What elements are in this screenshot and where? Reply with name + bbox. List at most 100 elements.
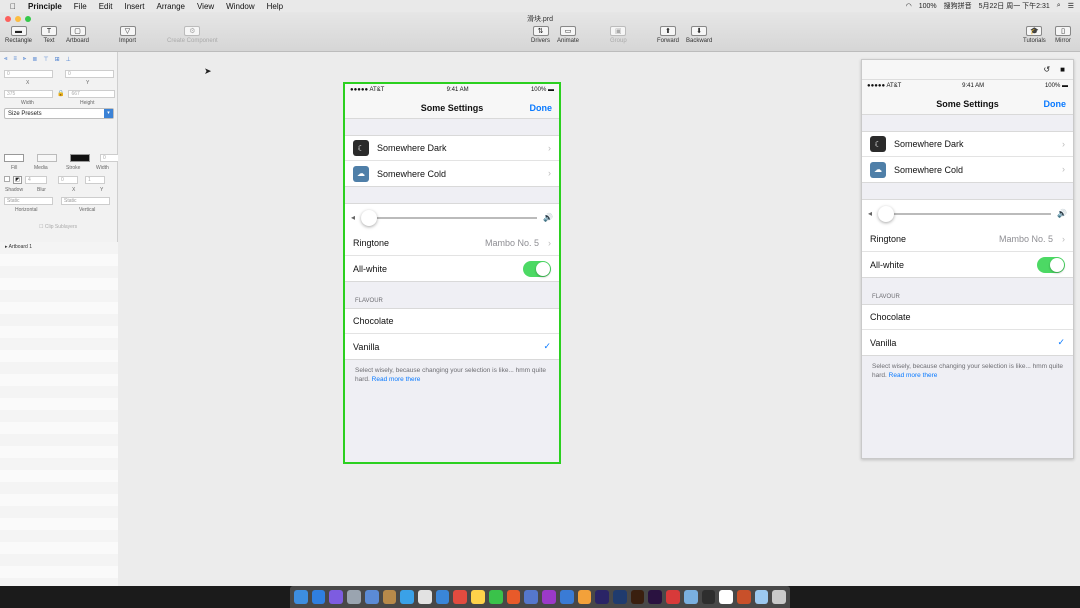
flavour-row-vanilla[interactable]: Vanilla ✓ — [862, 330, 1073, 355]
align-center-icon[interactable]: ≡ — [13, 56, 17, 63]
input-method[interactable]: 搜狗拼音 — [944, 1, 972, 11]
flavour-row-chocolate[interactable]: Chocolate — [345, 309, 559, 334]
messages-icon[interactable] — [418, 590, 432, 604]
mirror-button[interactable]: ▯ Mirror — [1055, 26, 1071, 44]
align-middle-icon[interactable]: ⊞ — [55, 56, 60, 63]
distribute-icon[interactable]: ≣ — [32, 56, 37, 63]
done-button[interactable]: Done — [530, 103, 553, 113]
menu-help[interactable]: Help — [267, 2, 283, 11]
photoshop-icon[interactable] — [612, 590, 627, 604]
horizontal-select[interactable]: Static — [4, 197, 53, 205]
done-button[interactable]: Done — [1044, 99, 1067, 109]
group-button[interactable]: ▣ Group — [610, 26, 627, 44]
premiere-icon[interactable] — [648, 590, 663, 604]
theme-row-dark[interactable]: ☾ Somewhere Dark › — [862, 132, 1073, 157]
layer-artboard-1[interactable]: ▸ Artboard 1 — [5, 244, 32, 250]
x-input[interactable]: 0 — [4, 70, 53, 78]
downloads-folder-icon[interactable] — [754, 590, 769, 604]
illustrator-icon[interactable] — [630, 590, 645, 604]
stroke-swatch[interactable] — [70, 154, 90, 162]
menu-insert[interactable]: Insert — [124, 2, 144, 11]
shadow-y-input[interactable]: 1 — [85, 176, 105, 184]
launchpad-icon[interactable] — [347, 590, 361, 604]
safari-icon[interactable] — [311, 590, 326, 604]
align-right-icon[interactable]: ⫸ — [23, 56, 26, 63]
netease-music-icon[interactable] — [666, 590, 680, 604]
menu-app[interactable]: Principle — [28, 2, 62, 11]
create-component-button[interactable]: ⚙ Create Component — [167, 26, 218, 44]
chrome-icon[interactable] — [453, 590, 468, 604]
undo-icon[interactable]: ↺ — [1043, 65, 1050, 74]
menu-file[interactable]: File — [74, 2, 87, 11]
flavour-row-vanilla[interactable]: Vanilla ✓ — [345, 334, 559, 359]
text-tool[interactable]: T Text — [41, 26, 57, 44]
sketch-icon[interactable] — [471, 590, 485, 604]
terminal-icon[interactable] — [701, 590, 716, 604]
video-camera-icon[interactable]: ■ — [1060, 65, 1065, 74]
align-top-icon[interactable]: ⊤ — [43, 56, 48, 63]
slider-track[interactable] — [878, 205, 1052, 222]
canvas[interactable]: ➤ ●●●●● AT&T 9:41 AM 100% ▬ Some Setting… — [118, 52, 1080, 586]
finder-icon[interactable] — [294, 590, 308, 604]
clip-sublayers-checkbox[interactable]: ☐ Clip Sublayers — [39, 224, 77, 230]
menu-arrange[interactable]: Arrange — [157, 2, 185, 11]
media-swatch[interactable] — [37, 154, 57, 162]
forward-button[interactable]: ⬆ Forward — [657, 26, 679, 44]
clock[interactable]: 5月22日 周一 下午2:31 — [979, 1, 1050, 11]
theme-row-cold[interactable]: ☁ Somewhere Cold › — [345, 161, 559, 186]
theme-row-cold[interactable]: ☁ Somewhere Cold › — [862, 157, 1073, 182]
app-store-icon[interactable] — [435, 590, 450, 604]
preview-icon[interactable] — [683, 590, 698, 604]
wifi-icon[interactable]: ◠ — [906, 2, 912, 10]
width-input[interactable]: 375 — [4, 90, 53, 98]
menu-window[interactable]: Window — [226, 2, 254, 11]
notification-center-icon[interactable]: ☰ — [1068, 2, 1074, 10]
tutorials-button[interactable]: 🎓 Tutorials — [1023, 26, 1046, 44]
slider-track[interactable] — [361, 209, 538, 226]
theme-row-dark[interactable]: ☾ Somewhere Dark › — [345, 136, 559, 161]
mail-icon[interactable] — [364, 590, 379, 604]
battery-text[interactable]: 100% — [919, 3, 937, 10]
mirror-preview[interactable]: ↺ ■ ●●●●● AT&T 9:41 AM 100% ▬ Some Setti… — [861, 59, 1074, 459]
menu-view[interactable]: View — [197, 2, 214, 11]
slider-thumb[interactable] — [361, 209, 378, 226]
read-more-link[interactable]: Read more there — [889, 372, 938, 379]
ringtone-row[interactable]: Ringtone Mambo No. 5 › — [862, 227, 1073, 252]
allwhite-toggle[interactable] — [1037, 257, 1065, 273]
spotlight-icon[interactable]: ⌕ — [1057, 2, 1061, 10]
principle-icon[interactable] — [329, 590, 344, 604]
axure-icon[interactable] — [542, 590, 556, 604]
volume-slider[interactable]: ◂ 🔊 — [345, 204, 559, 231]
artboard-selected[interactable]: ●●●●● AT&T 9:41 AM 100% ▬ Some Settings … — [343, 82, 561, 464]
align-bottom-icon[interactable]: ⊥ — [66, 56, 71, 63]
apple-icon[interactable]:  — [10, 2, 16, 11]
rectangle-tool[interactable]: ▬ Rectangle — [5, 26, 32, 44]
animate-button[interactable]: ▭ Animate — [557, 26, 579, 44]
powerpoint-icon[interactable] — [736, 590, 751, 604]
principle-alt-icon[interactable] — [719, 590, 733, 604]
shadow-checkbox[interactable] — [4, 176, 10, 182]
fill-swatch[interactable] — [4, 154, 24, 162]
sketch-alt-icon[interactable] — [577, 590, 592, 604]
wechat-icon[interactable] — [488, 590, 503, 604]
stroke-width-input[interactable]: 0 — [100, 154, 120, 162]
trash-icon[interactable] — [772, 590, 787, 604]
lock-aspect-icon[interactable]: 🔒 — [57, 90, 64, 98]
artboard-tool[interactable]: ▢ Artboard — [66, 26, 89, 44]
align-left-icon[interactable]: ⫷ — [4, 56, 7, 63]
after-effects-icon[interactable] — [595, 590, 609, 604]
volume-slider[interactable]: ◂ 🔊 — [862, 200, 1073, 227]
firefox-icon[interactable] — [506, 590, 521, 604]
finder-alt-icon[interactable] — [559, 590, 574, 604]
read-more-link[interactable]: Read more there — [372, 376, 421, 383]
slider-thumb[interactable] — [878, 205, 895, 222]
shadow-color-swatch[interactable]: ◩ — [13, 176, 22, 184]
import-button[interactable]: ▽ Import — [119, 26, 136, 44]
notes-icon[interactable] — [382, 590, 397, 604]
backward-button[interactable]: ⬇ Backward — [686, 26, 712, 44]
drivers-button[interactable]: ⇅ Drivers — [531, 26, 550, 44]
blur-input[interactable]: 4 — [25, 176, 47, 184]
qq-icon[interactable] — [400, 590, 415, 604]
flavour-row-chocolate[interactable]: Chocolate — [862, 305, 1073, 330]
height-input[interactable]: 667 — [68, 90, 116, 98]
